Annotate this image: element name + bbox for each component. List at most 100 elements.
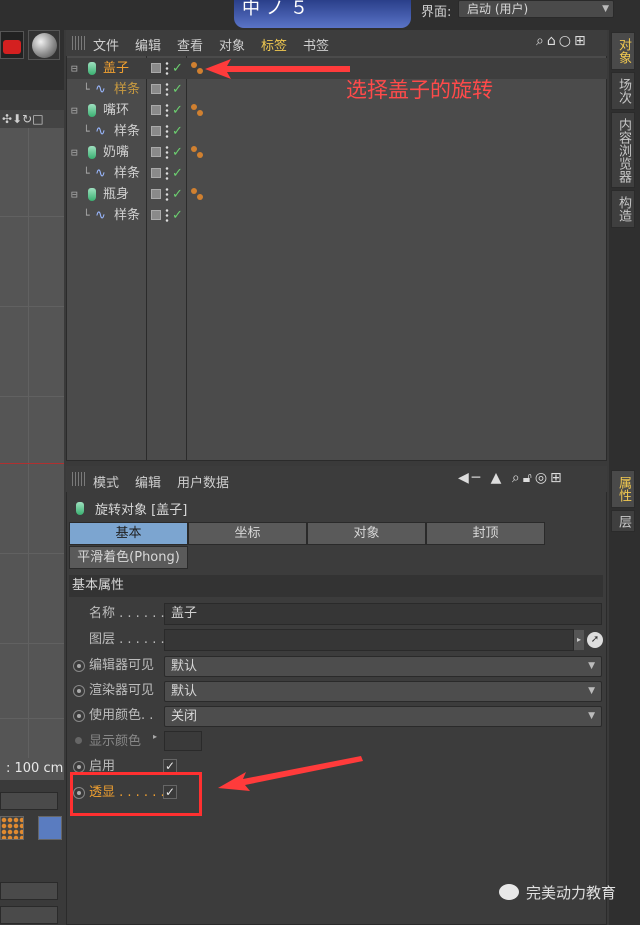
left-dropdown[interactable] bbox=[0, 792, 58, 810]
viewport-header-icons[interactable]: ✣⬇↻□ bbox=[0, 110, 64, 128]
use-color-radio[interactable] bbox=[73, 710, 85, 722]
am-toolbar-icons[interactable]: ◀─ ▲ ⌕🔓︎◎⊞ bbox=[458, 470, 565, 486]
dots-grid-icon[interactable] bbox=[0, 816, 24, 840]
lock-icon[interactable]: 🔓︎ bbox=[523, 470, 535, 486]
material-sphere-button[interactable] bbox=[28, 30, 60, 60]
render-camera-button[interactable] bbox=[0, 31, 24, 59]
search-icon[interactable]: ⌕ bbox=[536, 33, 547, 49]
enabled-check-icon[interactable]: ✓ bbox=[172, 184, 183, 205]
side-tab-layers[interactable]: 层 bbox=[611, 510, 635, 532]
rotate-icon[interactable]: ↻ bbox=[22, 112, 32, 126]
side-tab-takes[interactable]: 场次 bbox=[611, 72, 635, 110]
tag-icon[interactable] bbox=[197, 194, 203, 200]
tree-item-label[interactable]: 盖子 bbox=[103, 58, 129, 79]
layer-swatch[interactable] bbox=[151, 189, 161, 199]
layer-swatch[interactable] bbox=[151, 168, 161, 178]
enabled-check-icon[interactable]: ✓ bbox=[172, 205, 183, 226]
layout-select[interactable]: 启动 (用户) ▼ bbox=[458, 0, 614, 18]
visibility-dots[interactable] bbox=[165, 103, 169, 117]
layer-swatch[interactable] bbox=[151, 105, 161, 115]
search-icon[interactable]: ⌕ bbox=[512, 470, 523, 486]
layer-swatch[interactable] bbox=[151, 147, 161, 157]
layer-swatch[interactable] bbox=[151, 63, 161, 73]
grip-icon[interactable] bbox=[72, 36, 86, 50]
tab-caps[interactable]: 封顶 bbox=[426, 522, 545, 545]
use-color-select[interactable]: 关闭 ▼ bbox=[164, 706, 602, 727]
side-tab-objects[interactable]: 对象 bbox=[611, 32, 635, 70]
menu-tags[interactable]: 标签 bbox=[261, 35, 287, 54]
visibility-dots[interactable] bbox=[165, 82, 169, 96]
render-vis-select[interactable]: 默认 ▼ bbox=[164, 681, 602, 702]
tree-item-label[interactable]: 样条 bbox=[114, 205, 140, 226]
display-color-swatch[interactable] bbox=[164, 731, 202, 751]
display-color-radio[interactable] bbox=[75, 737, 82, 744]
menu-edit[interactable]: 编辑 bbox=[135, 35, 161, 54]
tree-row-spline[interactable]: └ ∿ 样条 ✓ bbox=[67, 79, 607, 100]
menu-user-data[interactable]: 用户数据 bbox=[177, 472, 229, 491]
visibility-dots[interactable] bbox=[165, 124, 169, 138]
tag-icon[interactable] bbox=[197, 110, 203, 116]
film-icon[interactable] bbox=[38, 816, 62, 840]
layer-swatch[interactable] bbox=[151, 126, 161, 136]
enabled-check-icon[interactable]: ✓ bbox=[172, 100, 183, 121]
tree-row-pingshen[interactable]: ⊟ 瓶身 ✓ bbox=[67, 184, 607, 205]
tree-item-label[interactable]: 样条 bbox=[114, 79, 140, 100]
menu-mode[interactable]: 模式 bbox=[93, 472, 119, 491]
down-arrow-icon[interactable]: ⬇ bbox=[12, 112, 22, 126]
menu-file[interactable]: 文件 bbox=[93, 35, 119, 54]
visibility-dots[interactable] bbox=[165, 61, 169, 75]
tree-row-spline[interactable]: └ ∿ 样条 ✓ bbox=[67, 121, 607, 142]
tab-coord[interactable]: 坐标 bbox=[188, 522, 307, 545]
home-icon[interactable]: ⌂ bbox=[547, 33, 559, 49]
pointer-up-icon[interactable]: ▲ bbox=[491, 470, 505, 486]
tree-row-spline[interactable]: └ ∿ 样条 ✓ bbox=[67, 163, 607, 184]
expand-arrow-icon[interactable]: ▸ bbox=[153, 732, 157, 741]
tab-basic[interactable]: 基本 bbox=[69, 522, 188, 545]
side-tab-structure[interactable]: 构造 bbox=[611, 190, 635, 228]
tree-row-naizui[interactable]: ⊟ 奶嘴 ✓ bbox=[67, 142, 607, 163]
visibility-dots[interactable] bbox=[165, 145, 169, 159]
editor-vis-select[interactable]: 默认 ▼ bbox=[164, 656, 602, 677]
tree-branch[interactable]: ⊟ bbox=[71, 142, 78, 163]
enabled-check-icon[interactable]: ✓ bbox=[172, 142, 183, 163]
enabled-check-icon[interactable]: ✓ bbox=[172, 121, 183, 142]
tree-item-label[interactable]: 样条 bbox=[114, 121, 140, 142]
tag-icon[interactable] bbox=[191, 146, 197, 152]
enable-checkbox[interactable]: ✓ bbox=[163, 759, 177, 773]
back-arrow-icon[interactable]: ◀─ bbox=[458, 470, 483, 486]
menu-objects[interactable]: 对象 bbox=[219, 35, 245, 54]
enabled-check-icon[interactable]: ✓ bbox=[172, 163, 183, 184]
viewport[interactable] bbox=[0, 128, 64, 758]
om-toolbar-icons[interactable]: ⌕⌂○⊞ bbox=[536, 33, 589, 49]
tab-phong[interactable]: 平滑着色(Phong) bbox=[69, 546, 188, 569]
circle-icon[interactable]: ○ bbox=[559, 33, 574, 49]
tree-branch[interactable]: ⊟ bbox=[71, 58, 78, 79]
tag-icon[interactable] bbox=[197, 152, 203, 158]
tree-branch[interactable]: ⊟ bbox=[71, 184, 78, 205]
tree-item-label[interactable]: 样条 bbox=[114, 163, 140, 184]
left-dropdown-3[interactable] bbox=[0, 906, 58, 924]
target-icon[interactable]: ◎ bbox=[535, 470, 550, 486]
editor-vis-radio[interactable] bbox=[73, 660, 85, 672]
pick-cursor-icon[interactable]: ➚ bbox=[587, 632, 603, 648]
tab-object[interactable]: 对象 bbox=[307, 522, 426, 545]
tag-icon[interactable] bbox=[197, 68, 203, 74]
tree-row-spline[interactable]: └ ∿ 样条 ✓ bbox=[67, 205, 607, 226]
menu-bookmarks[interactable]: 书签 bbox=[303, 35, 329, 54]
visibility-dots[interactable] bbox=[165, 166, 169, 180]
menu-view[interactable]: 查看 bbox=[177, 35, 203, 54]
enabled-check-icon[interactable]: ✓ bbox=[172, 79, 183, 100]
tree-item-label[interactable]: 瓶身 bbox=[103, 184, 129, 205]
tree-item-label[interactable]: 奶嘴 bbox=[103, 142, 129, 163]
new-window-icon[interactable]: ⊞ bbox=[574, 33, 589, 49]
new-window-icon[interactable]: ⊞ bbox=[550, 470, 565, 486]
side-tab-content-browser[interactable]: 内容浏览器 bbox=[611, 112, 635, 188]
render-vis-radio[interactable] bbox=[73, 685, 85, 697]
tag-icon[interactable] bbox=[191, 62, 197, 68]
left-dropdown-2[interactable] bbox=[0, 882, 58, 900]
tree-item-label[interactable]: 嘴环 bbox=[103, 100, 129, 121]
grip-icon[interactable] bbox=[72, 472, 86, 486]
menu-edit[interactable]: 编辑 bbox=[135, 472, 161, 491]
tree-row-zuihuan[interactable]: ⊟ 嘴环 ✓ bbox=[67, 100, 607, 121]
tree-branch[interactable]: ⊟ bbox=[71, 100, 78, 121]
